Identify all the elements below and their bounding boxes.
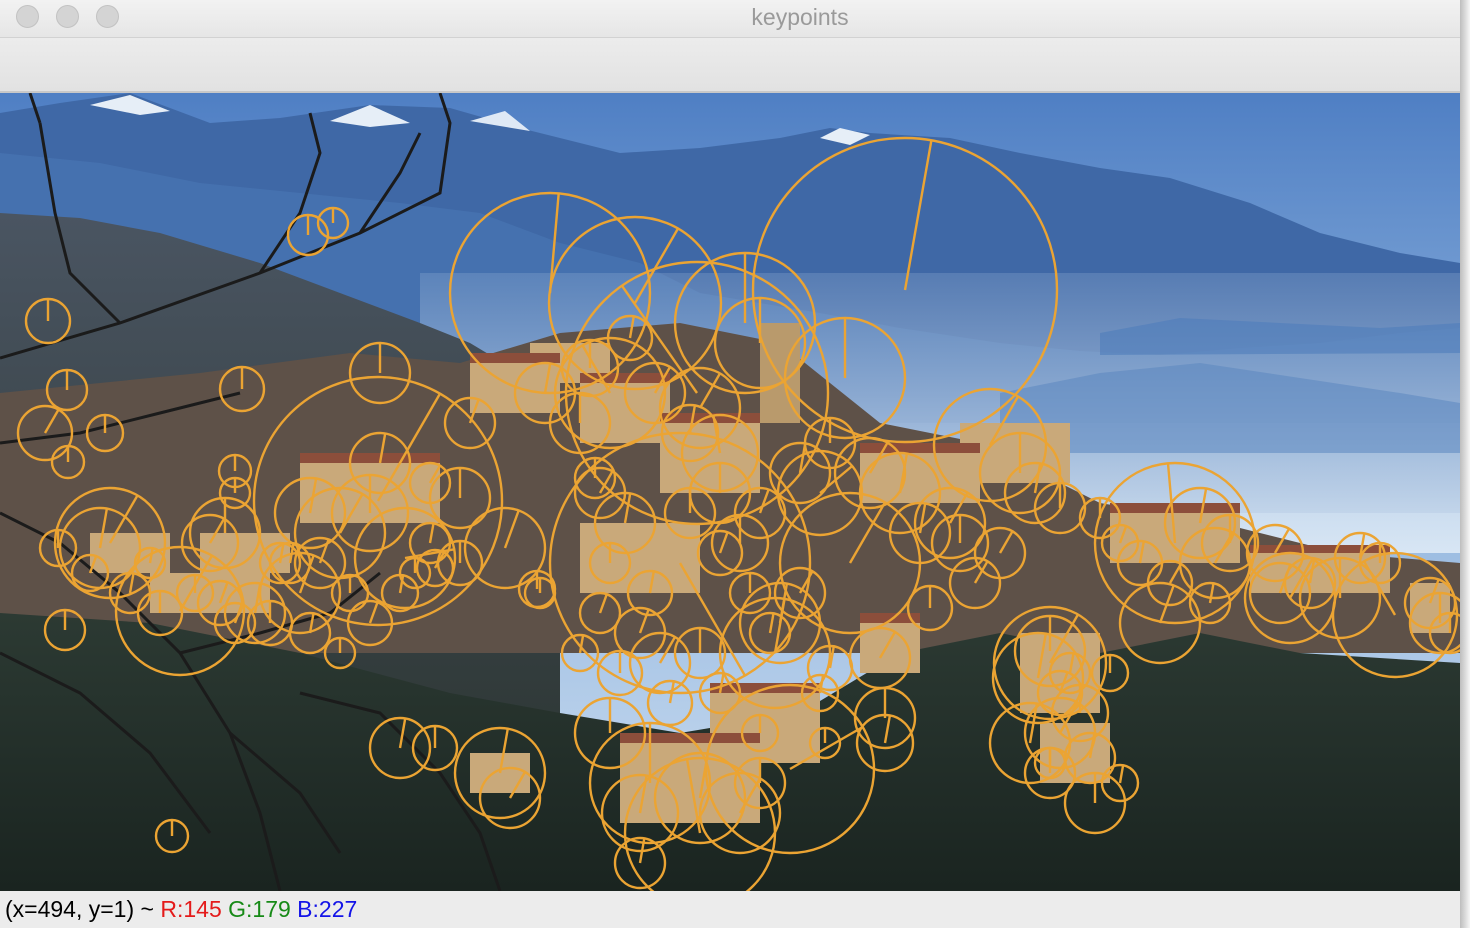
status-bar: (x=494, y=1) ~ R:145 G:179 B:227 bbox=[0, 891, 1460, 928]
blue-value: B:227 bbox=[297, 896, 358, 922]
title-bar[interactable]: keypoints bbox=[0, 0, 1460, 38]
green-value: G:179 bbox=[228, 896, 291, 922]
cursor-coords: (x=494, y=1) bbox=[5, 896, 135, 922]
keypoints-image bbox=[0, 93, 1460, 891]
red-value: R:145 bbox=[160, 896, 222, 922]
app-window: keypoints (x=494, y=1) ~ R:145 G:179 B:2… bbox=[0, 0, 1460, 928]
image-canvas[interactable] bbox=[0, 93, 1460, 891]
status-separator: ~ bbox=[140, 896, 154, 922]
window-shadow bbox=[1460, 0, 1470, 928]
window-title: keypoints bbox=[751, 4, 849, 30]
toolbar bbox=[0, 38, 1460, 93]
